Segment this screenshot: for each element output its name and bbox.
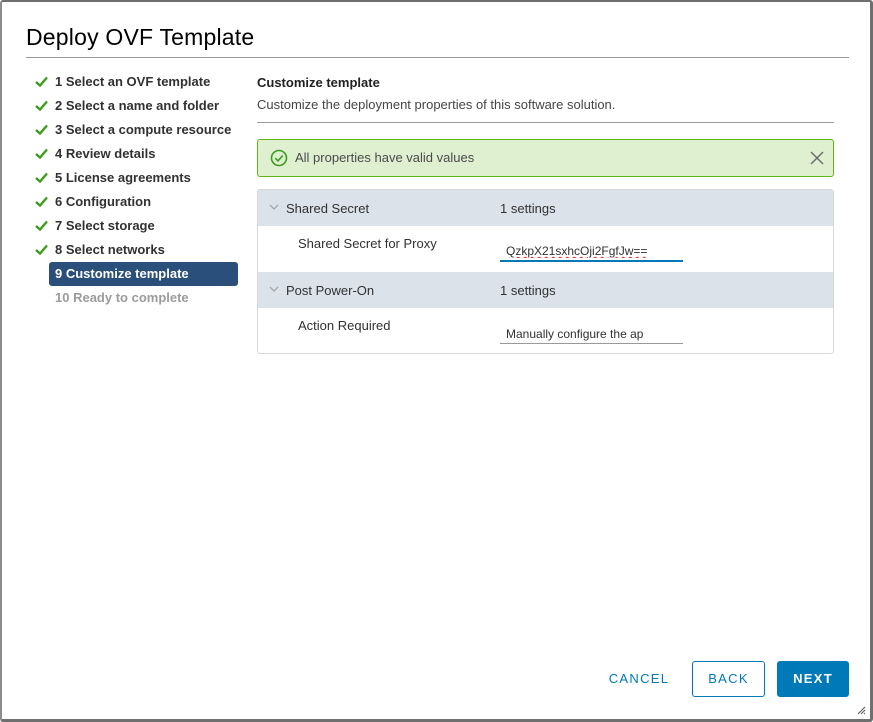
success-alert: All properties have valid values [257, 139, 834, 177]
check-icon [35, 220, 48, 231]
check-icon [35, 100, 48, 111]
step-label: 7 Select storage [55, 218, 155, 233]
step-label: 2 Select a name and folder [55, 98, 220, 113]
section-divider [257, 122, 834, 123]
next-button[interactable]: NEXT [777, 661, 849, 697]
step-5[interactable]: 5 License agreements [32, 166, 240, 190]
step-10: 10 Ready to complete [32, 286, 240, 310]
group-header-post-power-on[interactable]: Post Power-On 1 settings [258, 272, 833, 308]
check-icon [35, 244, 48, 255]
group-header-shared-secret[interactable]: Shared Secret 1 settings [258, 190, 833, 226]
dialog-title: Deploy OVF Template [26, 24, 255, 50]
group-settings-count: 1 settings [500, 201, 556, 216]
step-label: 4 Review details [55, 146, 156, 161]
section-title: Customize template [257, 75, 380, 90]
step-2[interactable]: 2 Select a name and folder [32, 94, 240, 118]
step-3[interactable]: 3 Select a compute resource [32, 118, 240, 142]
step-label: 6 Configuration [55, 194, 152, 209]
step-6[interactable]: 6 Configuration [32, 190, 240, 214]
back-button[interactable]: BACK [692, 661, 765, 697]
check-icon [35, 172, 48, 183]
cancel-button[interactable]: CANCEL [600, 661, 678, 697]
properties-table: Shared Secret 1 settings Shared Secret f… [257, 189, 834, 354]
check-icon [35, 124, 48, 135]
step-label: 8 Select networks [55, 242, 165, 257]
main-content: Customize template Customize the deploym… [257, 70, 834, 354]
step-label: 10 Ready to complete [55, 290, 189, 305]
group-name: Post Power-On [286, 283, 375, 298]
wizard-steps: 1 Select an OVF template 2 Select a name… [32, 70, 240, 310]
check-icon [35, 76, 48, 87]
step-label: 9 Customize template [55, 266, 189, 281]
step-label: 5 License agreements [55, 170, 191, 185]
step-label: 3 Select a compute resource [55, 122, 232, 137]
alert-text: All properties have valid values [295, 150, 475, 165]
action-required-input[interactable] [500, 322, 683, 344]
check-icon [35, 196, 48, 207]
step-4[interactable]: 4 Review details [32, 142, 240, 166]
group-settings-count: 1 settings [500, 283, 556, 298]
property-row: Shared Secret for Proxy [258, 226, 833, 272]
section-description: Customize the deployment properties of t… [257, 97, 616, 112]
chevron-down-icon[interactable] [269, 203, 279, 211]
check-circle-icon [270, 149, 288, 167]
step-label: 1 Select an OVF template [55, 74, 211, 89]
property-row: Action Required [258, 308, 833, 353]
resize-handle-icon[interactable] [857, 706, 866, 715]
check-icon [35, 148, 48, 159]
title-divider [26, 57, 849, 58]
step-8[interactable]: 8 Select networks [32, 238, 240, 262]
group-name: Shared Secret [286, 201, 370, 216]
chevron-down-icon[interactable] [269, 285, 279, 293]
property-label: Shared Secret for Proxy [298, 236, 437, 251]
deploy-ovf-dialog: Deploy OVF Template 1 Select an OVF temp… [0, 0, 873, 722]
step-7[interactable]: 7 Select storage [32, 214, 240, 238]
property-label: Action Required [298, 318, 391, 333]
shared-secret-input[interactable] [500, 240, 683, 262]
step-1[interactable]: 1 Select an OVF template [32, 70, 240, 94]
step-9-active[interactable]: 9 Customize template [49, 262, 238, 286]
close-icon[interactable] [809, 150, 825, 166]
